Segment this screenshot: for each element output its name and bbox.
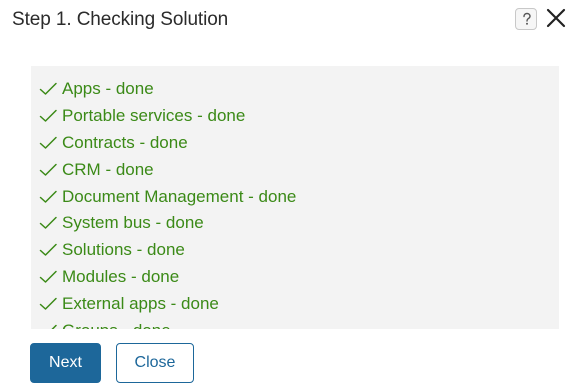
log-item-text: Modules - done [62,266,180,286]
log-item-text: External apps - done [62,293,219,313]
log-item: Modules - done [39,264,559,291]
log-item: Document Management - done [39,183,559,210]
close-icon[interactable] [545,7,567,29]
log-item: Groups - done [39,317,559,329]
check-icon [39,324,58,329]
check-log-panel[interactable]: Apps - done Portable services - done Con… [31,66,559,329]
check-icon [39,136,58,150]
log-item: CRM - done [39,156,559,183]
check-icon [39,109,58,123]
log-item-text: Apps - done [62,79,154,99]
next-button[interactable]: Next [30,343,101,383]
log-item: External apps - done [39,290,559,317]
check-icon [39,163,58,177]
log-item-text: Solutions - done [62,240,185,260]
close-button[interactable]: Close [116,343,194,383]
check-icon [39,297,58,311]
check-log-list: Apps - done Portable services - done Con… [31,66,559,329]
log-item-text: Document Management - done [62,186,297,206]
log-item: Apps - done [39,76,559,103]
log-item-text: CRM - done [62,159,154,179]
log-item-text: Contracts - done [62,132,188,152]
log-item: Portable services - done [39,103,559,130]
help-button[interactable] [515,8,537,30]
check-icon [39,270,58,284]
log-item: Contracts - done [39,130,559,157]
log-item-text: Groups - done [62,321,171,329]
log-item-text: Portable services - done [62,106,246,126]
log-item: Solutions - done [39,237,559,264]
check-icon [39,82,58,96]
dialog-title: Step 1. Checking Solution [12,9,229,30]
log-item-text: System bus - done [62,213,204,233]
check-icon [39,243,58,257]
log-item: System bus - done [39,210,559,237]
checking-solution-dialog: Step 1. Checking Solution Apps - done Po… [0,0,574,388]
check-icon [39,216,58,230]
check-icon [39,190,58,204]
